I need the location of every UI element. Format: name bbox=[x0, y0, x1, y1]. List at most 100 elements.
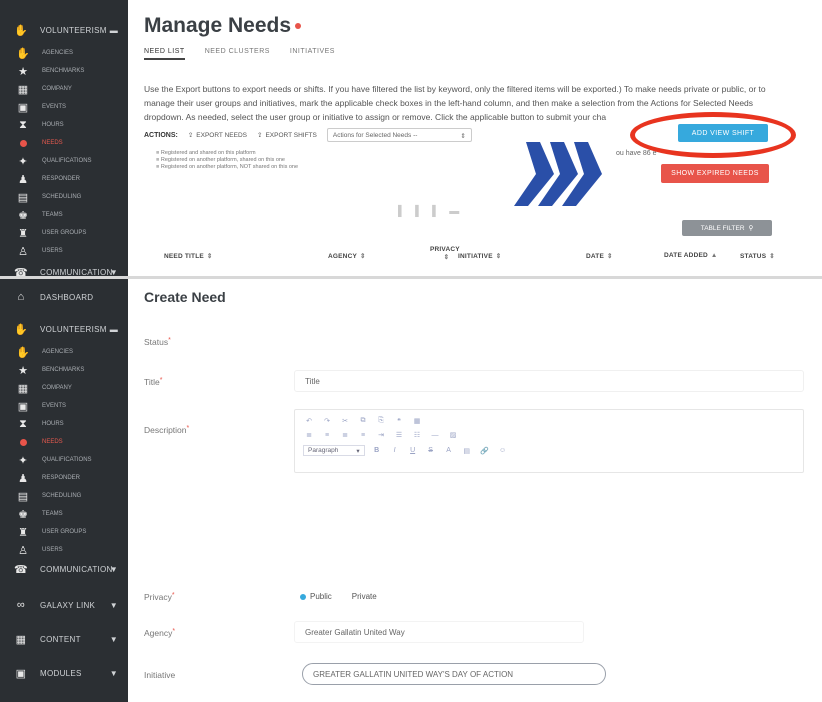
sidebar-item-label: HOURS bbox=[42, 122, 64, 128]
privacy-public-radio[interactable]: Public bbox=[300, 592, 332, 601]
sidebar-dashboard[interactable]: ⌂ DASHBOARD bbox=[0, 283, 128, 311]
table-filter-button[interactable]: TABLE FILTER ⚲ bbox=[682, 220, 772, 236]
sidebar-item-label: NEEDS bbox=[42, 439, 63, 445]
sidebar-group-galaxy-link[interactable]: ∞ GALAXY LINK ▼ bbox=[0, 591, 128, 619]
export-needs-button[interactable]: ⇪ EXPORT NEEDS bbox=[187, 131, 247, 140]
sidebar-item-user-groups[interactable]: ♜ USER GROUPS bbox=[0, 523, 128, 541]
export-shifts-button[interactable]: ⇪ EXPORT SHIFTS bbox=[257, 131, 317, 140]
sidebar-item-label: TEAMS bbox=[42, 511, 63, 517]
italic-icon[interactable]: I bbox=[389, 447, 401, 454]
align-center-icon[interactable]: ≡ bbox=[321, 432, 333, 439]
calendar-icon: ▣ bbox=[17, 400, 29, 413]
image-icon[interactable]: ▨ bbox=[447, 431, 459, 439]
link-icon[interactable]: 🔗 bbox=[479, 447, 491, 455]
sidebar-item-agencies[interactable]: ✋ AGENCIES bbox=[0, 343, 128, 361]
sidebar-item-qualifications[interactable]: ✦ QUALIFICATIONS bbox=[0, 451, 128, 469]
description-editor[interactable]: ↶ ↷ ✂ ⧉ ⎘ ❝ ▦ ≣ ≡ ≣ ≡ ⇥ ☰ ☷ — ▨ Paragrap… bbox=[294, 409, 804, 473]
title-input[interactable]: Title bbox=[294, 370, 804, 392]
sidebar-group-communication[interactable]: ☎ COMMUNICATION ▼ bbox=[0, 555, 128, 583]
paste-icon[interactable]: ⎘ bbox=[375, 417, 387, 425]
align-right-icon[interactable]: ≣ bbox=[339, 431, 351, 439]
export-icon: ⇪ bbox=[187, 132, 194, 139]
sidebar-item-label: USERS bbox=[42, 248, 63, 254]
sidebar-item-responder[interactable]: ♟ RESPONDER bbox=[0, 469, 128, 487]
column-header-agency[interactable]: AGENCY ⇕ bbox=[328, 252, 366, 260]
text-color-icon[interactable]: A bbox=[443, 447, 455, 454]
sidebar-item-benchmarks[interactable]: ★ BENCHMARKS bbox=[0, 361, 128, 379]
building-icon: ▦ bbox=[17, 382, 29, 395]
redo-icon[interactable]: ↷ bbox=[321, 417, 333, 425]
cut-icon[interactable]: ✂ bbox=[339, 417, 351, 425]
privacy-label: Privacy* bbox=[144, 592, 175, 602]
sidebar-item-benchmarks[interactable]: ★ BENCHMARKS bbox=[0, 62, 128, 80]
emoji-icon[interactable]: ☺ bbox=[497, 447, 509, 454]
sidebar-item-hours[interactable]: ⧗ HOURS bbox=[0, 116, 128, 134]
pointer-arrows-icon bbox=[514, 142, 602, 206]
tab-initiatives[interactable]: INITIATIVES bbox=[290, 48, 335, 60]
chevron-down-icon: ⇕ bbox=[460, 133, 466, 140]
phone-icon: ☎ bbox=[14, 563, 29, 576]
column-header-date-added[interactable]: DATE ADDED ▲ bbox=[664, 252, 718, 259]
sidebar-item-label: EVENTS bbox=[42, 403, 67, 409]
sidebar-item-scheduling[interactable]: ▤ SCHEDULING bbox=[0, 188, 128, 206]
sidebar-item-label: RESPONDER bbox=[42, 176, 81, 182]
sidebar-group-modules[interactable]: ▣ MODULES ▼ bbox=[0, 659, 128, 687]
filter-icon: ⚲ bbox=[748, 225, 754, 232]
sidebar-item-company[interactable]: ▦ COMPANY bbox=[0, 379, 128, 397]
sidebar-item-hours[interactable]: ⧗ HOURS bbox=[0, 415, 128, 433]
agency-select[interactable]: Greater Gallatin United Way bbox=[294, 621, 584, 643]
sidebar-item-teams[interactable]: ♚ TEAMS bbox=[0, 206, 128, 224]
column-header-status[interactable]: STATUS ⇕ bbox=[740, 252, 775, 260]
undo-icon[interactable]: ↶ bbox=[303, 417, 315, 425]
column-header-need-title[interactable]: NEED TITLE ⇕ bbox=[164, 252, 213, 260]
sidebar-item-teams[interactable]: ♚ TEAMS bbox=[0, 505, 128, 523]
bullet-list-icon[interactable]: ☰ bbox=[393, 431, 405, 439]
sidebar-group-volunteerism[interactable]: ✋ VOLUNTEERISM ▬ bbox=[0, 16, 128, 44]
building-icon: ▦ bbox=[17, 83, 29, 96]
column-header-initiative[interactable]: INITIATIVE ⇕ bbox=[458, 252, 501, 260]
hourglass-icon: ⧗ bbox=[19, 118, 27, 131]
sidebar-item-responder[interactable]: ♟ RESPONDER bbox=[0, 170, 128, 188]
pagination[interactable]: ▌▌▌▬ bbox=[398, 206, 469, 217]
sidebar-item-needs[interactable]: NEEDS bbox=[0, 433, 128, 451]
legend-item: Registered on another platform, shared o… bbox=[156, 157, 298, 164]
column-header-date[interactable]: DATE ⇕ bbox=[586, 252, 613, 260]
sidebar-group-volunteerism[interactable]: ✋ VOLUNTEERISM ▬ bbox=[0, 315, 128, 343]
sidebar-item-needs[interactable]: NEEDS bbox=[0, 134, 128, 152]
format-select[interactable]: Paragraph ▾ bbox=[303, 445, 365, 456]
sidebar-item-events[interactable]: ▣ EVENTS bbox=[0, 397, 128, 415]
sidebar-item-events[interactable]: ▣ EVENTS bbox=[0, 98, 128, 116]
align-left-icon[interactable]: ≣ bbox=[303, 431, 315, 439]
numbered-list-icon[interactable]: ☷ bbox=[411, 431, 423, 439]
indent-icon[interactable]: ⇥ bbox=[375, 431, 387, 439]
actions-select[interactable]: Actions for Selected Needs -- ⇕ bbox=[326, 128, 472, 142]
sidebar-item-label: USER GROUPS bbox=[42, 529, 87, 535]
bold-icon[interactable]: B bbox=[371, 447, 383, 454]
underline-icon[interactable]: U bbox=[407, 447, 419, 454]
sidebar-group-content[interactable]: ▦ CONTENT ▼ bbox=[0, 625, 128, 653]
sidebar-item-label: AGENCIES bbox=[42, 349, 74, 355]
sidebar-item-label: COMPANY bbox=[42, 385, 72, 391]
quote-icon[interactable]: ❝ bbox=[393, 417, 405, 425]
show-expired-needs-button[interactable]: SHOW EXPIRED NEEDS bbox=[661, 164, 769, 183]
strikethrough-icon[interactable]: S bbox=[425, 447, 437, 454]
copy-icon[interactable]: ⧉ bbox=[357, 417, 369, 425]
tab-need-list[interactable]: NEED LIST bbox=[144, 48, 185, 60]
column-header-privacy[interactable]: PRIVACY ⇕ bbox=[430, 246, 460, 261]
sidebar-item-company[interactable]: ▦ COMPANY bbox=[0, 80, 128, 98]
help-icon[interactable] bbox=[295, 23, 302, 30]
table-icon[interactable]: ▦ bbox=[411, 417, 423, 425]
sidebar-item-label: HOURS bbox=[42, 421, 64, 427]
sidebar-item-agencies[interactable]: ✋ AGENCIES bbox=[0, 44, 128, 62]
justify-icon[interactable]: ≡ bbox=[357, 432, 369, 439]
sidebar-item-qualifications[interactable]: ✦ QUALIFICATIONS bbox=[0, 152, 128, 170]
initiative-select[interactable]: GREATER GALLATIN UNITED WAY'S DAY OF ACT… bbox=[302, 663, 606, 685]
editor-toolbar-row: ≣ ≡ ≣ ≡ ⇥ ☰ ☷ — ▨ bbox=[303, 431, 459, 440]
sidebar-item-user-groups[interactable]: ♜ USER GROUPS bbox=[0, 224, 128, 242]
horizontal-rule-icon[interactable]: — bbox=[429, 432, 441, 439]
tab-need-clusters[interactable]: NEED CLUSTERS bbox=[205, 48, 270, 60]
sidebar-group-communication[interactable]: ☎ COMMUNICATION ▼ bbox=[0, 258, 128, 277]
sidebar-item-scheduling[interactable]: ▤ SCHEDULING bbox=[0, 487, 128, 505]
privacy-private-radio[interactable]: Private bbox=[352, 592, 377, 601]
highlight-icon[interactable]: ▤ bbox=[461, 447, 473, 455]
